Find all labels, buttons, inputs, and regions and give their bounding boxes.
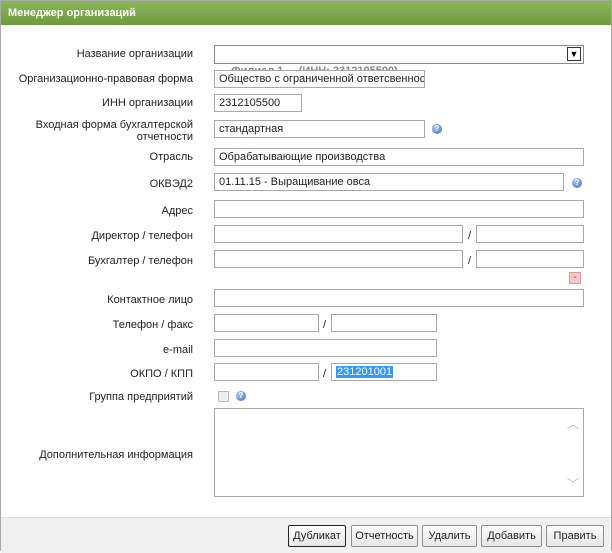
separator: / bbox=[323, 319, 327, 331]
accountant-label: Бухгалтер / телефон bbox=[87, 255, 193, 267]
kpp-field[interactable]: 231201001 bbox=[331, 363, 437, 381]
okpo-kpp-label: ОКПО / КПП bbox=[130, 368, 193, 380]
separator: / bbox=[323, 368, 327, 380]
separator: / bbox=[468, 255, 472, 267]
add-button[interactable]: Добавить bbox=[481, 525, 542, 547]
director-name-field[interactable] bbox=[214, 225, 463, 243]
additional-info-textarea[interactable]: ︿ ﹀ bbox=[214, 408, 584, 497]
window-title: Менеджер организаций bbox=[1, 1, 611, 25]
contact-label: Контактное лицо bbox=[107, 294, 193, 306]
help-icon[interactable]: ? bbox=[236, 391, 246, 401]
director-phone-field[interactable] bbox=[476, 225, 584, 243]
address-label: Адрес bbox=[161, 205, 194, 217]
delete-button[interactable]: Удалить bbox=[422, 525, 477, 547]
inn-field[interactable]: 2312105500 bbox=[214, 94, 302, 112]
legal-form-field[interactable]: Общество с ограниченной ответсвенностью bbox=[214, 70, 425, 88]
report-form-label: Входная форма бухгалтерской отчетности bbox=[35, 119, 193, 143]
address-field[interactable] bbox=[214, 200, 584, 218]
report-form-field[interactable]: стандартная bbox=[214, 120, 425, 138]
help-icon[interactable]: ? bbox=[572, 178, 582, 188]
org-manager-window: Менеджер организаций Название организаци… bbox=[0, 0, 612, 553]
phone-field[interactable] bbox=[214, 314, 319, 332]
fax-field[interactable] bbox=[331, 314, 437, 332]
phone-fax-label: Телефон / факс bbox=[112, 319, 193, 331]
duplicate-button[interactable]: Дубликат bbox=[288, 525, 346, 547]
report-button[interactable]: Отчетность bbox=[351, 525, 418, 547]
org-name-label: Название организации bbox=[76, 48, 193, 60]
email-field[interactable] bbox=[214, 339, 437, 357]
director-label: Директор / телефон bbox=[91, 230, 193, 242]
additional-info-label: Дополнительная информация bbox=[39, 449, 193, 461]
okved-label: ОКВЭД2 bbox=[149, 178, 193, 190]
email-label: e-mail bbox=[163, 344, 193, 356]
group-checkbox[interactable] bbox=[218, 391, 229, 402]
accountant-phone-field[interactable] bbox=[476, 250, 584, 268]
industry-label: Отрасль bbox=[149, 151, 193, 163]
inn-label: ИНН организации bbox=[102, 97, 193, 109]
edit-button[interactable]: Править bbox=[546, 525, 604, 547]
legal-form-label: Организационно-правовая форма bbox=[18, 73, 193, 85]
help-icon[interactable]: ? bbox=[432, 124, 442, 134]
okved-field[interactable]: 01.11.15 - Выращивание овса bbox=[214, 173, 564, 191]
separator: / bbox=[468, 230, 472, 242]
group-label: Группа предприятий bbox=[89, 391, 193, 403]
okpo-field[interactable] bbox=[214, 363, 319, 381]
kpp-value: 231201001 bbox=[336, 366, 394, 378]
scroll-up-icon[interactable]: ︿ bbox=[567, 415, 579, 432]
scroll-down-icon[interactable]: ﹀ bbox=[567, 475, 579, 492]
minus-icon[interactable]: - bbox=[569, 272, 581, 284]
industry-field[interactable]: Обрабатывающие производства bbox=[214, 148, 584, 166]
org-name-select[interactable]: Филиал 1 (ИНН: 2312105500) ▼ bbox=[214, 45, 584, 77]
chevron-down-icon[interactable]: ▼ bbox=[567, 47, 581, 61]
accountant-name-field[interactable] bbox=[214, 250, 463, 268]
contact-field[interactable] bbox=[214, 289, 584, 307]
